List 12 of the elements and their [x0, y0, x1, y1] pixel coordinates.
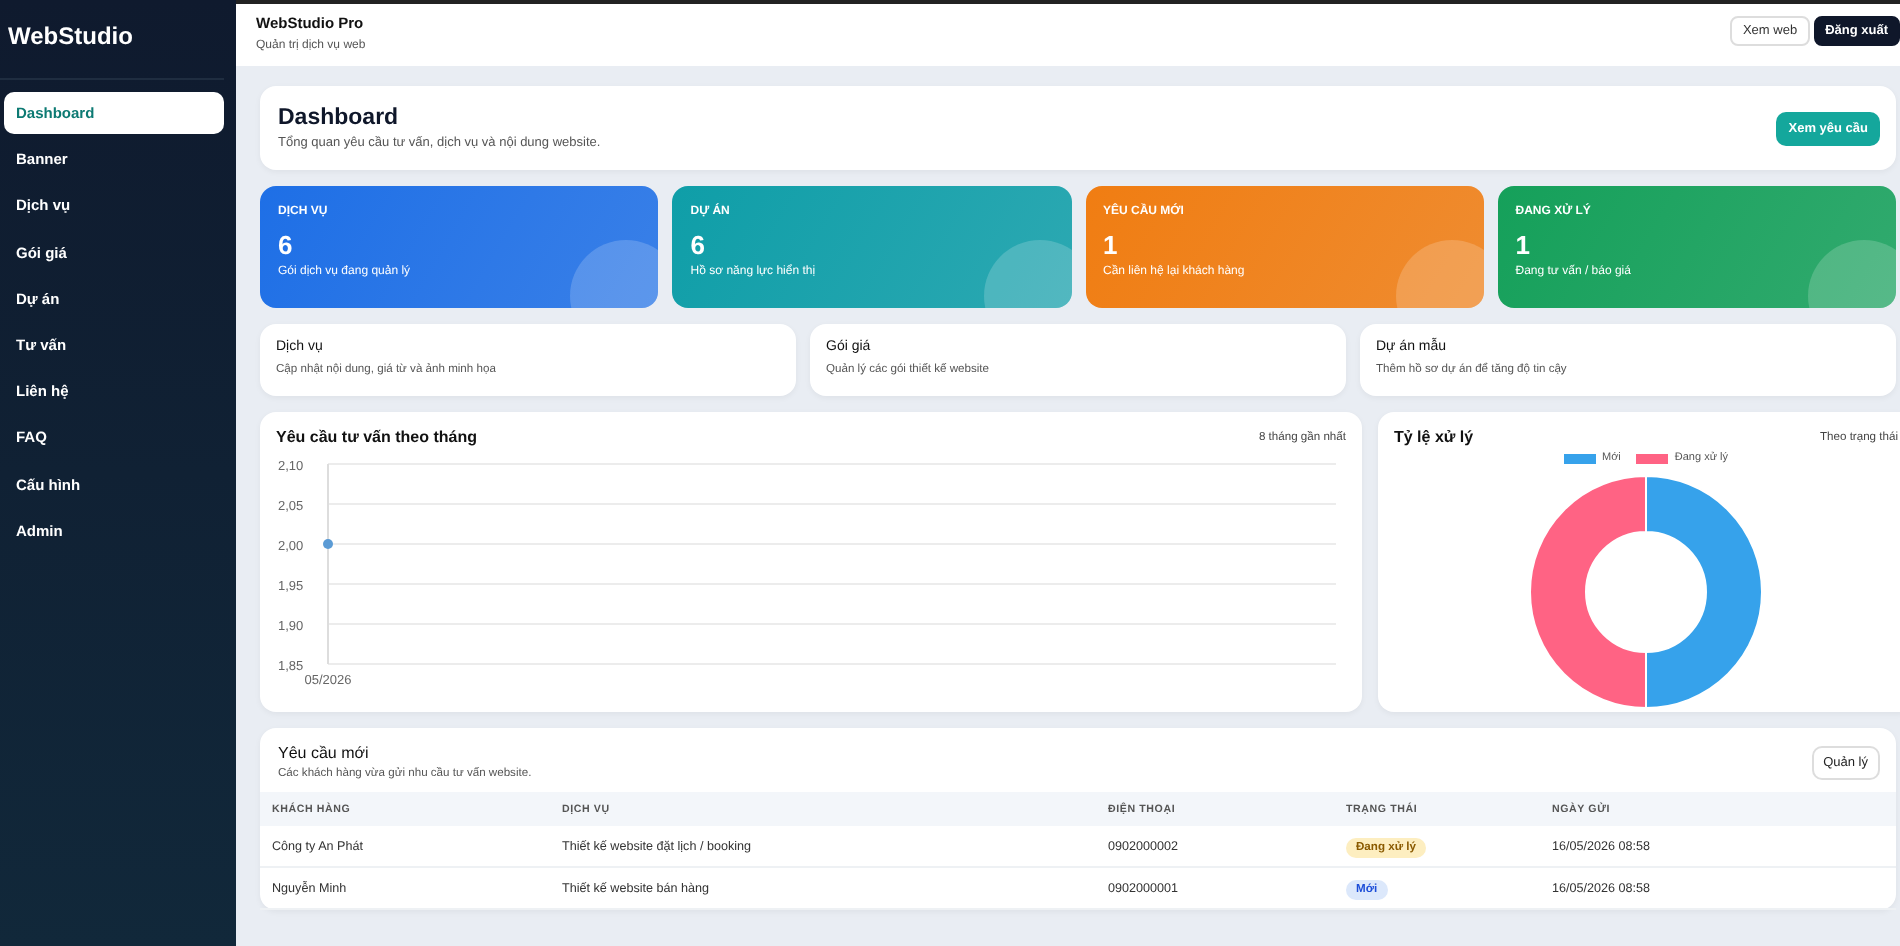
- stat-value: 6: [690, 230, 707, 260]
- legend-swatch: [1563, 453, 1596, 463]
- section-title: Yêu cầu mới: [278, 744, 371, 762]
- legend-swatch: [1636, 453, 1669, 463]
- chart-title: Tỷ lệ xử lý: [1394, 428, 1474, 446]
- brand-name: WebStudio: [0, 0, 224, 80]
- page-title: Dashboard: [278, 106, 401, 130]
- stat-value: 1: [1515, 230, 1532, 260]
- data-point: [323, 539, 333, 549]
- stat-value: 1: [1103, 230, 1120, 260]
- stat-value: 6: [278, 230, 295, 260]
- chart-title: Yêu cầu tư vấn theo tháng: [276, 428, 477, 446]
